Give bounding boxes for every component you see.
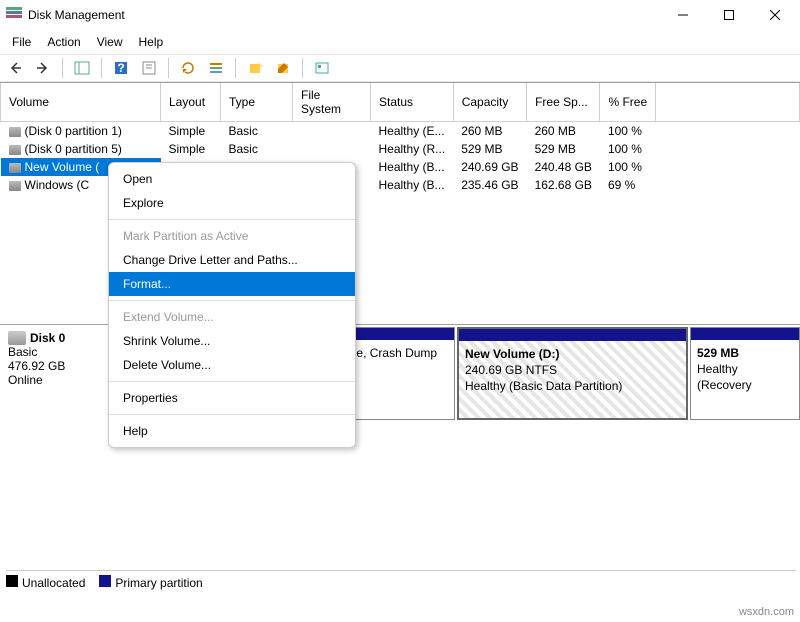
partition-4-selected[interactable]: New Volume (D:) 240.69 GB NTFS Healthy (… <box>457 327 688 420</box>
maximize-button[interactable] <box>706 0 752 30</box>
legend: Unallocated Primary partition <box>6 570 796 590</box>
col-free[interactable]: Free Sp... <box>527 83 600 122</box>
watermark: wsxdn.com <box>739 606 794 618</box>
ctx-properties[interactable]: Properties <box>109 386 355 410</box>
swatch-unallocated <box>6 575 18 587</box>
partition-status: Healthy (Recovery <box>697 361 793 393</box>
window-title: Disk Management <box>28 8 660 22</box>
volume-icon <box>9 145 21 155</box>
menubar: File Action View Help <box>0 30 800 54</box>
table-row[interactable]: (Disk 0 partition 1)SimpleBasicHealthy (… <box>1 122 800 141</box>
minimize-button[interactable] <box>660 0 706 30</box>
settings-icon[interactable] <box>311 57 333 79</box>
disk-state: Online <box>8 373 101 387</box>
edit-icon[interactable] <box>272 57 294 79</box>
app-icon <box>6 7 22 23</box>
volume-icon <box>9 127 21 137</box>
partition-info: 240.69 GB NTFS <box>465 362 680 378</box>
col-capacity[interactable]: Capacity <box>453 83 526 122</box>
disk-type: Basic <box>8 345 101 359</box>
col-type[interactable]: Type <box>221 83 293 122</box>
menu-help[interactable]: Help <box>131 32 172 52</box>
help-icon[interactable]: ? <box>110 57 132 79</box>
partition-5[interactable]: 529 MB Healthy (Recovery <box>690 327 800 420</box>
refresh-icon[interactable] <box>177 57 199 79</box>
col-volume[interactable]: Volume <box>1 83 161 122</box>
col-filesystem[interactable]: File System <box>293 83 371 122</box>
back-button[interactable] <box>4 57 26 79</box>
disk-size: 476.92 GB <box>8 359 101 373</box>
menu-view[interactable]: View <box>89 32 131 52</box>
partition-status: Healthy (Basic Data Partition) <box>465 378 680 394</box>
partition-size: 529 MB <box>697 345 793 361</box>
show-hide-button[interactable] <box>71 57 93 79</box>
list-icon[interactable] <box>205 57 227 79</box>
menu-file[interactable]: File <box>4 32 39 52</box>
titlebar: Disk Management <box>0 0 800 30</box>
forward-button[interactable] <box>32 57 54 79</box>
volume-icon <box>9 163 21 173</box>
ctx-open[interactable]: Open <box>109 167 355 191</box>
context-menu: Open Explore Mark Partition as Active Ch… <box>108 162 356 448</box>
close-button[interactable] <box>752 0 798 30</box>
ctx-change-letter[interactable]: Change Drive Letter and Paths... <box>109 248 355 272</box>
ctx-extend: Extend Volume... <box>109 305 355 329</box>
ctx-delete[interactable]: Delete Volume... <box>109 353 355 377</box>
col-extra[interactable] <box>656 83 800 122</box>
toolbar: ? <box>0 54 800 82</box>
col-pctfree[interactable]: % Free <box>600 83 656 122</box>
ctx-mark-active: Mark Partition as Active <box>109 224 355 248</box>
new-icon[interactable] <box>244 57 266 79</box>
col-status[interactable]: Status <box>371 83 454 122</box>
properties-icon[interactable] <box>138 57 160 79</box>
disk-info[interactable]: Disk 0 Basic 476.92 GB Online <box>0 325 110 422</box>
disk-icon <box>8 331 26 345</box>
ctx-help[interactable]: Help <box>109 419 355 443</box>
svg-text:?: ? <box>117 61 124 75</box>
ctx-explore[interactable]: Explore <box>109 191 355 215</box>
disk-name: Disk 0 <box>30 331 65 345</box>
table-row[interactable]: (Disk 0 partition 5)SimpleBasicHealthy (… <box>1 140 800 158</box>
volume-icon <box>9 181 21 191</box>
ctx-shrink[interactable]: Shrink Volume... <box>109 329 355 353</box>
swatch-primary <box>99 575 111 587</box>
menu-action[interactable]: Action <box>39 32 88 52</box>
partition-name: New Volume (D:) <box>465 346 680 362</box>
ctx-format[interactable]: Format... <box>109 272 355 296</box>
col-layout[interactable]: Layout <box>161 83 221 122</box>
